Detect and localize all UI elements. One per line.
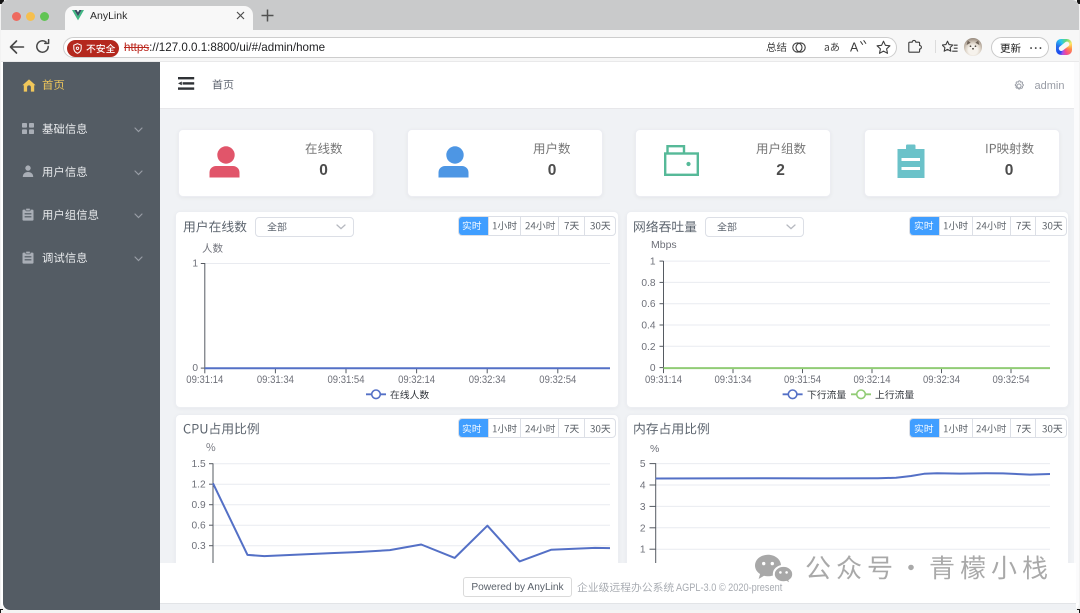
svg-text:09:32:54: 09:32:54 — [539, 374, 576, 386]
svg-text:0.2: 0.2 — [641, 342, 655, 353]
svg-text:0.4: 0.4 — [641, 321, 655, 332]
svg-text:3: 3 — [640, 502, 646, 513]
svg-text:09:32:54: 09:32:54 — [993, 374, 1030, 386]
svg-text:09:32:34: 09:32:34 — [923, 374, 960, 386]
svg-text:09:32:34: 09:32:34 — [469, 374, 506, 386]
svg-text:4: 4 — [640, 481, 646, 492]
svg-text:09:32:14: 09:32:14 — [398, 374, 435, 386]
svg-text:2: 2 — [640, 523, 646, 534]
svg-text:A: A — [850, 41, 859, 55]
svg-text:0.6: 0.6 — [192, 521, 206, 532]
svg-text:1: 1 — [640, 545, 646, 556]
svg-text:1.2: 1.2 — [192, 480, 206, 491]
svg-text:09:31:54: 09:31:54 — [328, 374, 365, 386]
svg-text:1: 1 — [192, 258, 198, 269]
svg-text:09:31:14: 09:31:14 — [645, 374, 682, 386]
svg-text:09:31:14: 09:31:14 — [186, 374, 223, 386]
svg-text:09:31:34: 09:31:34 — [257, 374, 294, 386]
svg-text:0.3: 0.3 — [192, 541, 206, 552]
svg-text:09:31:34: 09:31:34 — [715, 374, 752, 386]
svg-text:1: 1 — [650, 257, 656, 268]
svg-text:0.6: 0.6 — [641, 299, 655, 310]
svg-text:09:31:54: 09:31:54 — [784, 374, 821, 386]
svg-text:5: 5 — [640, 459, 646, 470]
svg-text:0.9: 0.9 — [192, 500, 206, 511]
svg-text:1.5: 1.5 — [192, 459, 206, 470]
svg-text:09:32:14: 09:32:14 — [854, 374, 891, 386]
svg-text:0: 0 — [192, 363, 198, 374]
svg-text:0: 0 — [650, 363, 656, 374]
svg-text:0.8: 0.8 — [641, 278, 655, 289]
